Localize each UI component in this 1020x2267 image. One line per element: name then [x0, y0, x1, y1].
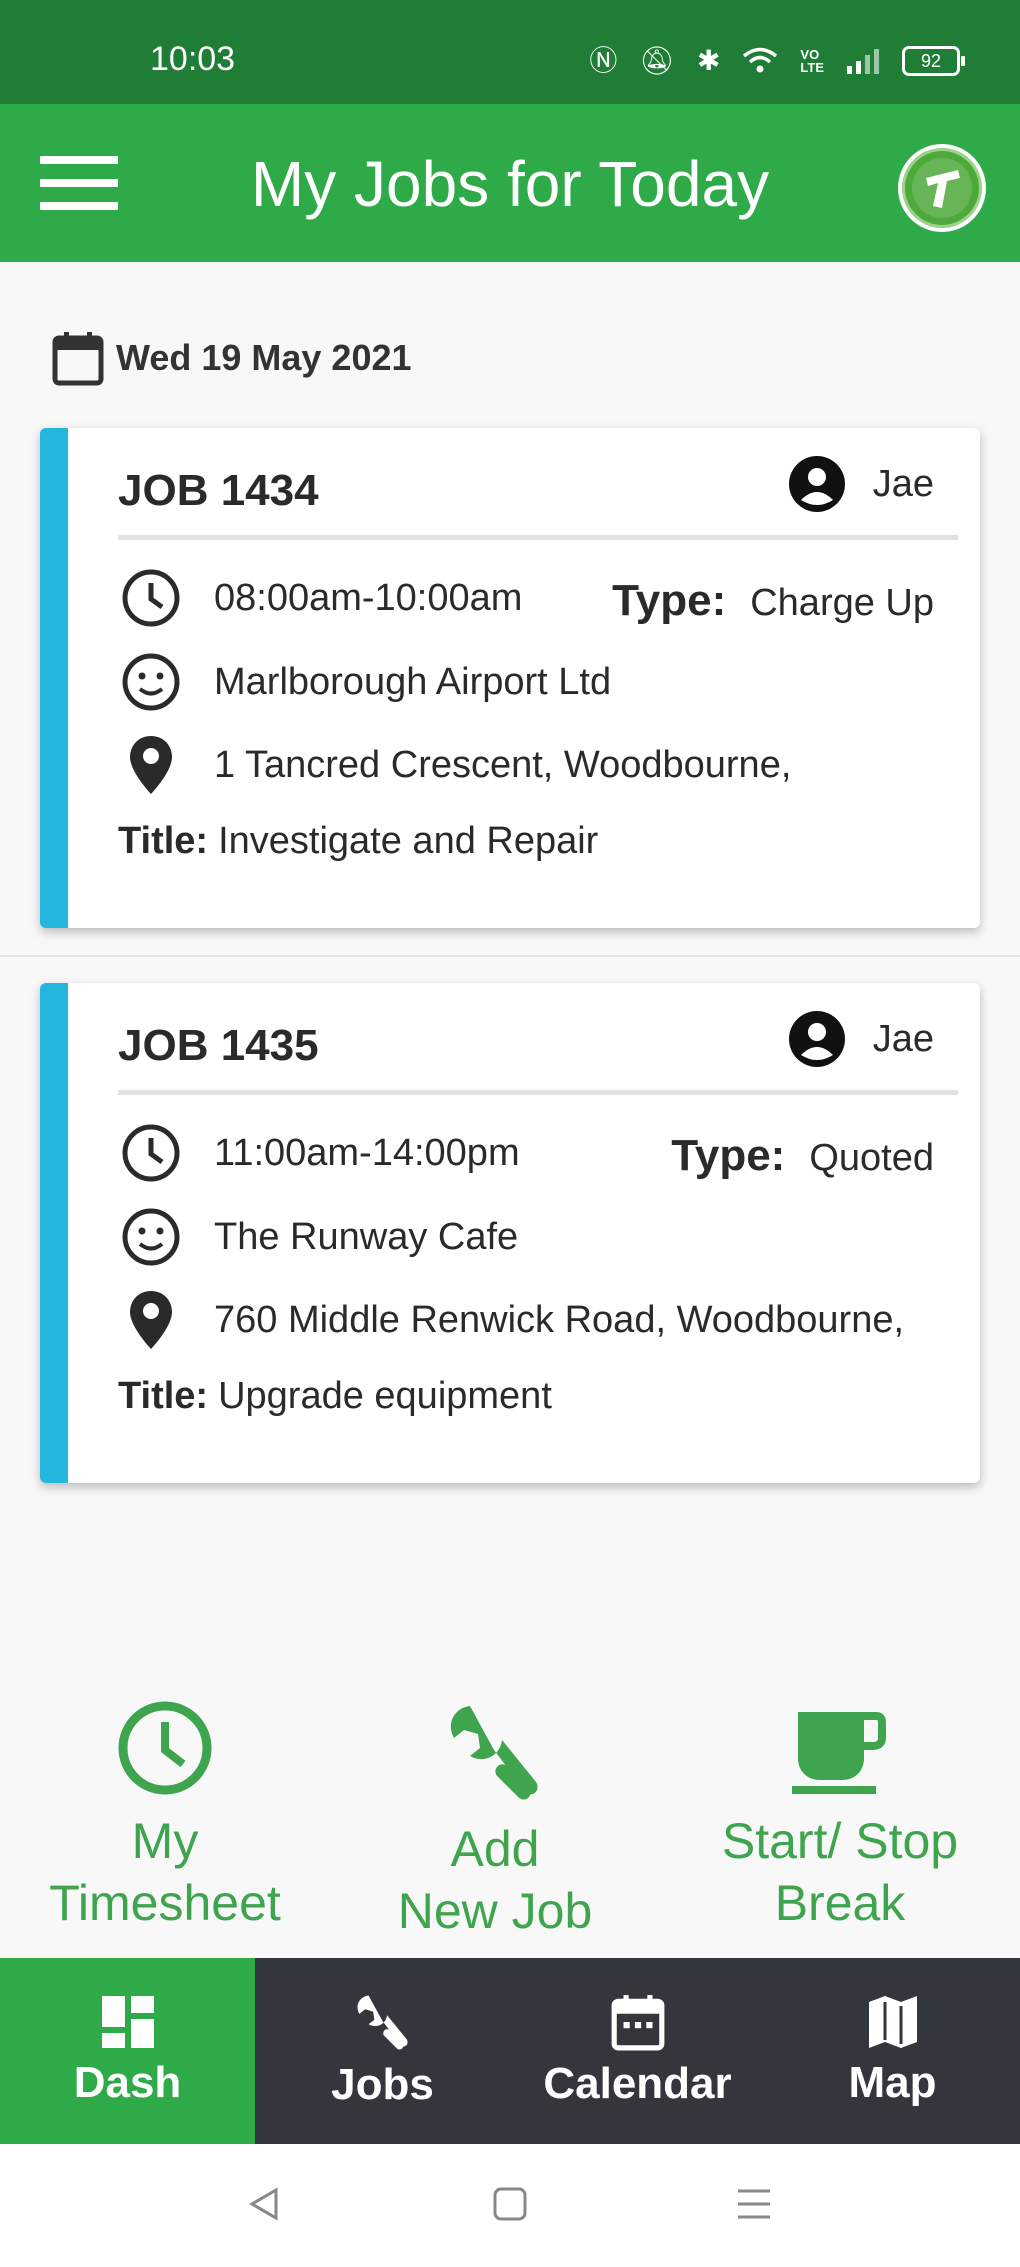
- signal-icon: [847, 49, 879, 74]
- location-pin-icon: [118, 734, 184, 796]
- assignee-name: Jae: [872, 462, 934, 505]
- volte-icon: VO LTE: [800, 47, 824, 75]
- nfc-icon: Ⓝ: [589, 45, 618, 76]
- mute-icon: 🔕︎: [639, 45, 675, 76]
- job-type: Type: Quoted: [671, 1131, 934, 1181]
- card-divider: [118, 1090, 958, 1095]
- tab-label: Dash: [73, 2058, 182, 2107]
- calendar-icon: [611, 1995, 664, 2051]
- job-address-row: 760 Middle Renwick Road, Woodbourne,: [118, 1289, 904, 1351]
- job-title-row: Title: Upgrade equipment: [118, 1375, 552, 1418]
- map-icon: [868, 1996, 917, 2048]
- bluetooth-icon: ✱: [696, 45, 721, 76]
- status-icons: Ⓝ 🔕︎ ✱ VO LTE 92: [589, 45, 965, 76]
- date-row: Wed 19 May 2021: [52, 330, 412, 386]
- type-label: Type:: [612, 576, 727, 625]
- tab-label: Jobs: [331, 2060, 434, 2109]
- job-time-row: 11:00am-14:00pm: [118, 1123, 520, 1183]
- card-divider: [118, 535, 958, 540]
- job-assignee: Jae: [788, 456, 934, 512]
- system-nav-bar: [0, 2144, 1020, 2267]
- wrench-icon: [450, 1706, 538, 1800]
- assignee-name: Jae: [872, 1017, 934, 1060]
- job-assignee: Jae: [788, 1011, 934, 1067]
- timesheet-label-line1: My: [131, 1813, 199, 1869]
- job-card[interactable]: JOB 1435 Jae 11:00am-14:00pm Type: Quote…: [40, 983, 980, 1483]
- app-header: My Jobs for Today: [0, 104, 1020, 262]
- job-time: 08:00am-10:00am: [214, 576, 523, 619]
- job-card[interactable]: JOB 1434 Jae 08:00am-10:00am Type: Charg…: [40, 428, 980, 928]
- job-client: The Runway Cafe: [214, 1215, 519, 1258]
- job-time-row: 08:00am-10:00am: [118, 568, 522, 628]
- type-value: Charge Up: [750, 582, 934, 624]
- back-icon[interactable]: [246, 2186, 282, 2222]
- dashboard-icon: [101, 1996, 154, 2048]
- location-pin-icon: [118, 1289, 184, 1351]
- title-label: Title:: [118, 1375, 209, 1417]
- recents-icon[interactable]: [736, 2186, 772, 2222]
- job-client: Marlborough Airport Ltd: [214, 660, 612, 703]
- app-logo[interactable]: [898, 144, 986, 232]
- title-label: Title:: [118, 820, 209, 862]
- clock-icon: [118, 1123, 184, 1183]
- battery-icon: 92: [902, 46, 965, 76]
- logo-icon: [912, 158, 972, 218]
- job-client-row: The Runway Cafe: [118, 1207, 518, 1267]
- list-separator: [0, 955, 1020, 957]
- current-date: Wed 19 May 2021: [116, 337, 412, 378]
- user-icon: [788, 1011, 845, 1067]
- status-time: 10:03: [150, 40, 236, 78]
- page-title: My Jobs for Today: [250, 148, 770, 220]
- break-label-line1: Start/ Stop: [721, 1813, 959, 1869]
- timesheet-label-line2: Timesheet: [49, 1875, 281, 1931]
- job-address: 1 Tancred Crescent, Woodbourne,: [214, 743, 792, 786]
- tab-label: Map: [848, 2058, 937, 2107]
- add-job-label-line1: Add: [450, 1821, 540, 1877]
- bottom-tab-bar: Dash Jobs Calendar Map: [0, 1958, 1020, 2144]
- home-icon[interactable]: [492, 2186, 528, 2222]
- calendar-icon: [52, 332, 104, 386]
- job-number: JOB 1435: [118, 1021, 319, 1070]
- job-address: 760 Middle Renwick Road, Woodbourne,: [214, 1298, 905, 1341]
- tab-map[interactable]: Map: [765, 1958, 1020, 2144]
- clock-icon: [118, 568, 184, 628]
- status-bar: 10:03 Ⓝ 🔕︎ ✱ VO LTE 92: [0, 0, 1020, 104]
- job-title: Upgrade equipment: [218, 1375, 552, 1417]
- tab-dash[interactable]: Dash: [0, 1958, 255, 2144]
- job-client-row: Marlborough Airport Ltd: [118, 652, 611, 712]
- wifi-icon: [743, 47, 778, 73]
- type-label: Type:: [671, 1131, 786, 1180]
- start-stop-break-button[interactable]: Start/ Stop Break: [700, 1700, 980, 1934]
- job-number: JOB 1434: [118, 466, 319, 515]
- tab-jobs[interactable]: Jobs: [255, 1958, 510, 2144]
- tab-calendar[interactable]: Calendar: [510, 1958, 765, 2144]
- type-value: Quoted: [809, 1137, 934, 1179]
- smiley-icon: [118, 652, 184, 712]
- my-timesheet-button[interactable]: My Timesheet: [30, 1700, 300, 1934]
- add-job-label-line2: New Job: [397, 1883, 593, 1939]
- job-address-row: 1 Tancred Crescent, Woodbourne,: [118, 734, 791, 796]
- add-new-job-button[interactable]: Add New Job: [365, 1700, 625, 1942]
- job-title-row: Title: Investigate and Repair: [118, 820, 598, 863]
- wrench-icon: [357, 1995, 408, 2050]
- clock-icon: [118, 1701, 212, 1795]
- job-title: Investigate and Repair: [218, 820, 599, 862]
- tab-label: Calendar: [543, 2059, 732, 2108]
- job-type: Type: Charge Up: [612, 576, 934, 626]
- break-label-line2: Break: [774, 1875, 906, 1931]
- user-icon: [788, 456, 845, 512]
- coffee-cup-icon: [792, 1712, 886, 1794]
- job-time: 11:00am-14:00pm: [214, 1131, 520, 1174]
- smiley-icon: [118, 1207, 184, 1267]
